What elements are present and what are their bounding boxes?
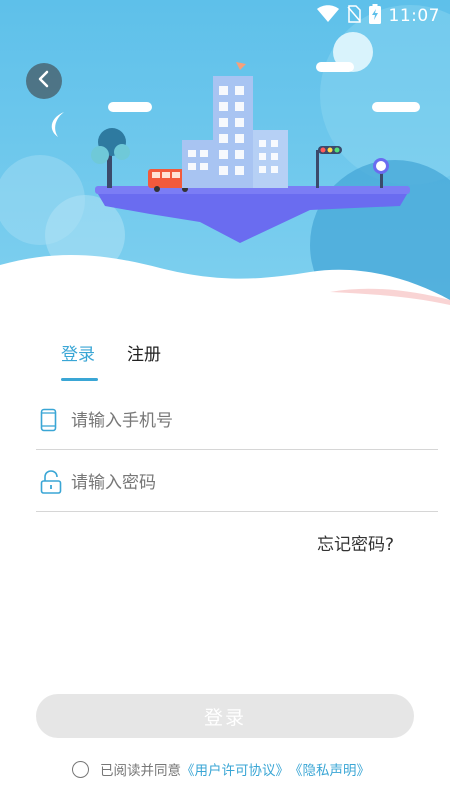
forgot-password-link[interactable]: 忘记密码? — [317, 530, 394, 555]
phone-input[interactable] — [71, 406, 421, 436]
password-field — [36, 454, 438, 512]
agreement-row: 已阅读并同意 《用户许可协议》 《隐私声明》 — [72, 759, 370, 779]
tab-login[interactable]: 登录 — [61, 340, 95, 365]
active-tab-indicator — [61, 378, 98, 381]
status-icons: 11:07 — [316, 4, 441, 28]
login-button[interactable]: 登录 — [36, 694, 414, 738]
chevron-left-icon — [36, 70, 52, 92]
agreement-prefix: 已阅读并同意 — [100, 763, 181, 779]
lock-icon — [40, 470, 62, 498]
privacy-link[interactable]: 《隐私声明》 — [289, 759, 370, 779]
battery-charging-icon — [368, 4, 381, 28]
floating-city-illustration — [0, 0, 450, 310]
tab-register[interactable]: 注册 — [127, 340, 161, 365]
user-license-link[interactable]: 《用户许可协议》 — [181, 759, 289, 779]
phone-icon — [40, 408, 58, 436]
phone-field — [36, 392, 438, 450]
status-time: 11:07 — [388, 6, 440, 26]
no-sim-icon — [346, 5, 361, 27]
password-input[interactable] — [71, 468, 421, 498]
back-button[interactable] — [26, 63, 62, 99]
agreement-checkbox[interactable] — [72, 760, 89, 778]
status-bar: 11:07 — [0, 0, 450, 32]
header-illustration — [0, 0, 450, 310]
wifi-icon — [316, 5, 339, 27]
